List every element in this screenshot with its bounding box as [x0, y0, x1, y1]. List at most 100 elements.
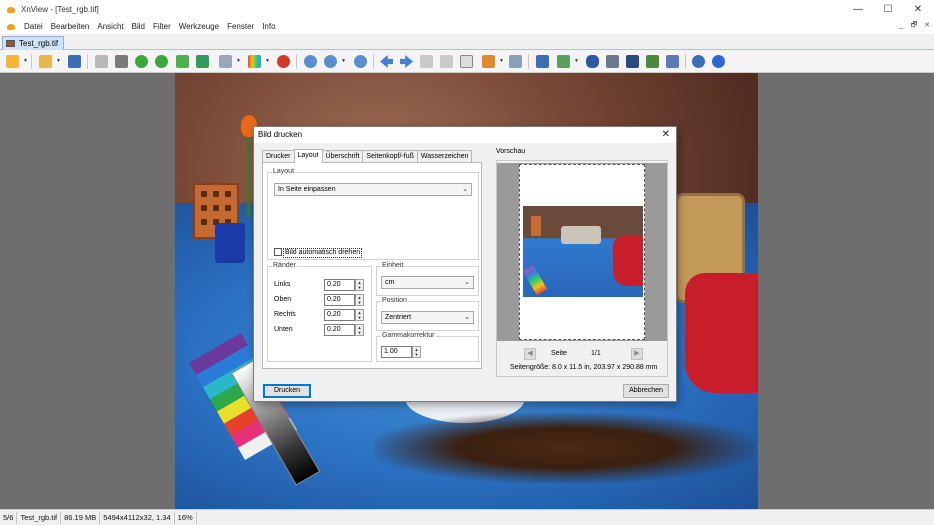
margin-right-spinner[interactable]: 0.20 ▲ ▼	[324, 309, 364, 321]
window-icon[interactable]	[458, 53, 475, 70]
status-filename: Test_rgb.tif	[17, 511, 62, 524]
auto-rotate-checkbox[interactable]	[274, 248, 282, 256]
menu-datei[interactable]: Datei	[20, 22, 47, 31]
dialog-close-button[interactable]: ✕	[662, 129, 670, 140]
margin-right-label: Rechts	[274, 311, 296, 318]
wallpaper-icon[interactable]	[644, 53, 661, 70]
preview-image	[523, 206, 643, 297]
tab-layout[interactable]: Layout	[293, 149, 323, 163]
first-icon[interactable]	[418, 53, 435, 70]
gamma-spinner[interactable]: 1.00 ▲ ▼	[381, 346, 421, 358]
browser-dropdown-icon[interactable]: ▼	[23, 59, 28, 64]
print-icon[interactable]	[604, 53, 621, 70]
window-title: XnView - [Test_rgb.tif]	[21, 5, 99, 14]
slideshow-icon[interactable]	[217, 53, 234, 70]
unit-group-label: Einheit	[381, 262, 405, 269]
menu-ansicht[interactable]: Ansicht	[93, 22, 127, 31]
menu-bild[interactable]: Bild	[128, 22, 149, 31]
app-menu-icon[interactable]	[6, 22, 16, 32]
preview-next-button[interactable]: ▶	[631, 348, 643, 360]
spinner-arrows-icon[interactable]: ▲ ▼	[412, 346, 421, 358]
properties-icon[interactable]	[664, 53, 681, 70]
mdi-restore-button[interactable]: 🗗	[909, 21, 919, 31]
document-tab-strip: Test_rgb.tif	[0, 34, 934, 50]
margin-top-spinner[interactable]: 0.20 ▲ ▼	[324, 294, 364, 306]
binoculars-icon[interactable]	[584, 53, 601, 70]
menu-fenster[interactable]: Fenster	[223, 22, 258, 31]
spinner-arrows-icon[interactable]: ▲ ▼	[355, 309, 364, 321]
layout-select[interactable]: In Seite einpassen ⌄	[274, 183, 472, 196]
unit-select[interactable]: cm ⌄	[381, 276, 474, 289]
gamma-value[interactable]: 1.00	[381, 346, 412, 358]
gamma-group-label: Gammakorrektur	[381, 332, 436, 339]
back-icon[interactable]	[93, 53, 110, 70]
status-filesize: 86.19 MB	[61, 511, 101, 524]
convert-icon[interactable]	[194, 53, 211, 70]
rotate-right-icon[interactable]	[153, 53, 170, 70]
photo-flower-stem	[247, 137, 250, 217]
color-dropdown-icon[interactable]: ▼	[265, 59, 270, 64]
open-folder-icon[interactable]	[37, 53, 54, 70]
maximize-button[interactable]: ☐	[873, 0, 903, 19]
open-dropdown-icon[interactable]: ▼	[56, 59, 61, 64]
margin-top-value[interactable]: 0.20	[324, 294, 355, 306]
spinner-arrows-icon[interactable]: ▲ ▼	[355, 294, 364, 306]
spinner-arrows-icon[interactable]: ▲ ▼	[355, 279, 364, 291]
toolbar: ▼ ▼ ▼ ▼ ▼ ▼ ▼	[0, 50, 934, 73]
color-icon[interactable]	[246, 53, 263, 70]
zoom-out-icon[interactable]	[352, 53, 369, 70]
previous-icon[interactable]	[378, 53, 395, 70]
fullscreen-icon[interactable]	[534, 53, 551, 70]
margin-left-spinner[interactable]: 0.20 ▲ ▼	[324, 279, 364, 291]
spinner-arrows-icon[interactable]: ▲ ▼	[355, 324, 364, 336]
document-tab[interactable]: Test_rgb.tif	[2, 36, 64, 50]
dialog-title-bar: Bild drucken ✕	[254, 127, 676, 143]
auto-rotate-label: Bild automatisch drehen	[283, 248, 363, 258]
close-button[interactable]: ✕	[903, 0, 933, 19]
menu-filter[interactable]: Filter	[149, 22, 175, 31]
compare-icon[interactable]	[555, 53, 572, 70]
screen-dropdown-icon[interactable]: ▼	[499, 59, 504, 64]
compare-dropdown-icon[interactable]: ▼	[574, 59, 579, 64]
toolbar-separator	[685, 54, 686, 69]
zoom-in-icon[interactable]	[302, 53, 319, 70]
zoom-fit-icon[interactable]	[322, 53, 339, 70]
margin-left-value[interactable]: 0.20	[324, 279, 355, 291]
print-button[interactable]: Drucken	[263, 384, 311, 398]
zoom-dropdown-icon[interactable]: ▼	[341, 59, 346, 64]
menu-bearbeiten[interactable]: Bearbeiten	[47, 22, 94, 31]
xnview-logo-icon	[6, 5, 16, 15]
menu-werkzeuge[interactable]: Werkzeuge	[175, 22, 223, 31]
scanner-icon[interactable]	[624, 53, 641, 70]
mdi-close-button[interactable]: ✕	[922, 21, 932, 31]
margin-top-label: Oben	[274, 296, 292, 303]
capture-icon[interactable]	[507, 53, 524, 70]
next-icon[interactable]	[398, 53, 415, 70]
browser-icon[interactable]	[4, 53, 21, 70]
effects-icon[interactable]	[275, 53, 292, 70]
margin-bottom-spinner[interactable]: 0.20 ▲ ▼	[324, 324, 364, 336]
screen-icon[interactable]	[480, 53, 497, 70]
slideshow-dropdown-icon[interactable]: ▼	[236, 59, 241, 64]
save-icon[interactable]	[66, 53, 83, 70]
mdi-minimize-button[interactable]: _	[896, 21, 906, 31]
info-icon[interactable]	[710, 53, 727, 70]
rotate-left-icon[interactable]	[133, 53, 150, 70]
position-select[interactable]: Zentriert ⌄	[381, 311, 474, 324]
menu-info[interactable]: Info	[258, 22, 279, 31]
preview-prev-button[interactable]: ◀	[524, 348, 536, 360]
layout-select-value: In Seite einpassen	[278, 186, 336, 193]
last-icon[interactable]	[438, 53, 455, 70]
image-file-icon	[6, 40, 15, 47]
margin-bottom-value[interactable]: 0.20	[324, 324, 355, 336]
cancel-button[interactable]: Abbrechen	[623, 384, 669, 398]
crop-icon[interactable]	[113, 53, 130, 70]
gamma-group: Gammakorrektur 1.00 ▲ ▼	[376, 332, 479, 362]
margin-right-value[interactable]: 0.20	[324, 309, 355, 321]
export-icon[interactable]	[174, 53, 191, 70]
preview-page	[519, 164, 645, 340]
settings-icon[interactable]	[690, 53, 707, 70]
minimize-button[interactable]: —	[843, 0, 873, 19]
status-zoom: 16%	[175, 511, 197, 524]
menu-bar: Datei Bearbeiten Ansicht Bild Filter Wer…	[0, 19, 934, 34]
